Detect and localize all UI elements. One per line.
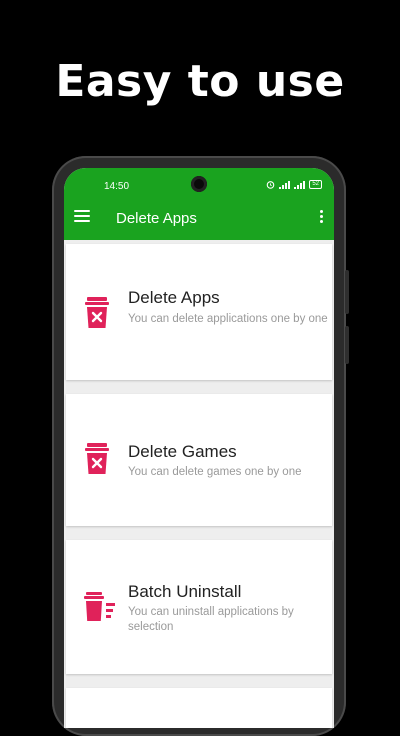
option-batch-uninstall[interactable]: Batch Uninstall You can uninstall applic…	[66, 540, 332, 674]
phone-screen: 14:50 52 Delete Apps Delete Apps You can…	[64, 168, 334, 728]
status-time: 14:50	[104, 181, 130, 192]
more-options-icon[interactable]	[314, 208, 328, 228]
trash-icon	[85, 297, 109, 328]
app-title: Delete Apps	[116, 210, 197, 227]
signal-icon	[279, 180, 291, 189]
app-bar: Delete Apps	[64, 196, 334, 240]
status-bar: 14:50 52	[64, 168, 334, 196]
alarm-icon	[267, 181, 275, 189]
signal-icon	[294, 180, 306, 189]
option-delete-games[interactable]: Delete Games You can delete games one by…	[66, 394, 332, 526]
phone-side-button	[345, 326, 349, 364]
option-next-partial[interactable]	[66, 688, 332, 728]
phone-side-button	[345, 270, 349, 314]
option-subtitle: You can delete applications one by one	[128, 313, 328, 325]
promo-headline: Easy to use	[55, 56, 345, 107]
battery-icon: 52	[309, 180, 322, 189]
camera-cutout	[191, 176, 207, 192]
trash-icon	[85, 443, 109, 474]
option-subtitle: You can delete games one by one	[128, 466, 302, 478]
option-title: Delete Games	[128, 442, 237, 461]
option-subtitle: You can uninstall applications by select…	[128, 606, 294, 633]
option-delete-apps[interactable]: Delete Apps You can delete applications …	[66, 244, 332, 380]
option-title: Batch Uninstall	[128, 582, 242, 601]
batch-trash-icon	[84, 592, 115, 621]
option-title: Delete Apps	[128, 288, 220, 307]
hamburger-menu-icon[interactable]	[74, 210, 90, 224]
status-icons: 52	[266, 180, 322, 189]
